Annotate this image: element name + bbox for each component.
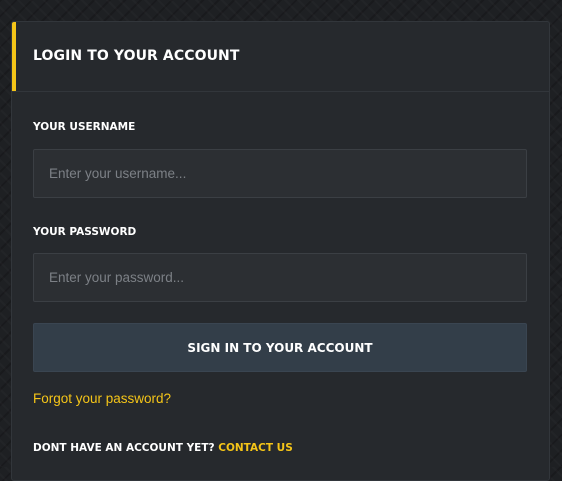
username-input[interactable] [33, 149, 527, 198]
username-label: YOUR USERNAME [33, 121, 136, 133]
signup-prompt-line: DONT HAVE AN ACCOUNT YET? CONTACT US [33, 442, 293, 454]
login-title: LOGIN TO YOUR ACCOUNT [33, 48, 240, 64]
contact-us-link[interactable]: CONTACT US [218, 442, 293, 454]
password-input[interactable] [33, 253, 527, 302]
accent-bar [12, 22, 16, 91]
signup-prompt-text: DONT HAVE AN ACCOUNT YET? [33, 442, 215, 454]
password-label: YOUR PASSWORD [33, 226, 137, 238]
login-card: LOGIN TO YOUR ACCOUNT YOUR USERNAME YOUR… [11, 21, 550, 481]
sign-in-button[interactable]: SIGN IN TO YOUR ACCOUNT [33, 323, 527, 372]
card-header: LOGIN TO YOUR ACCOUNT [12, 22, 549, 92]
forgot-password-link[interactable]: Forgot your password? [33, 391, 171, 406]
